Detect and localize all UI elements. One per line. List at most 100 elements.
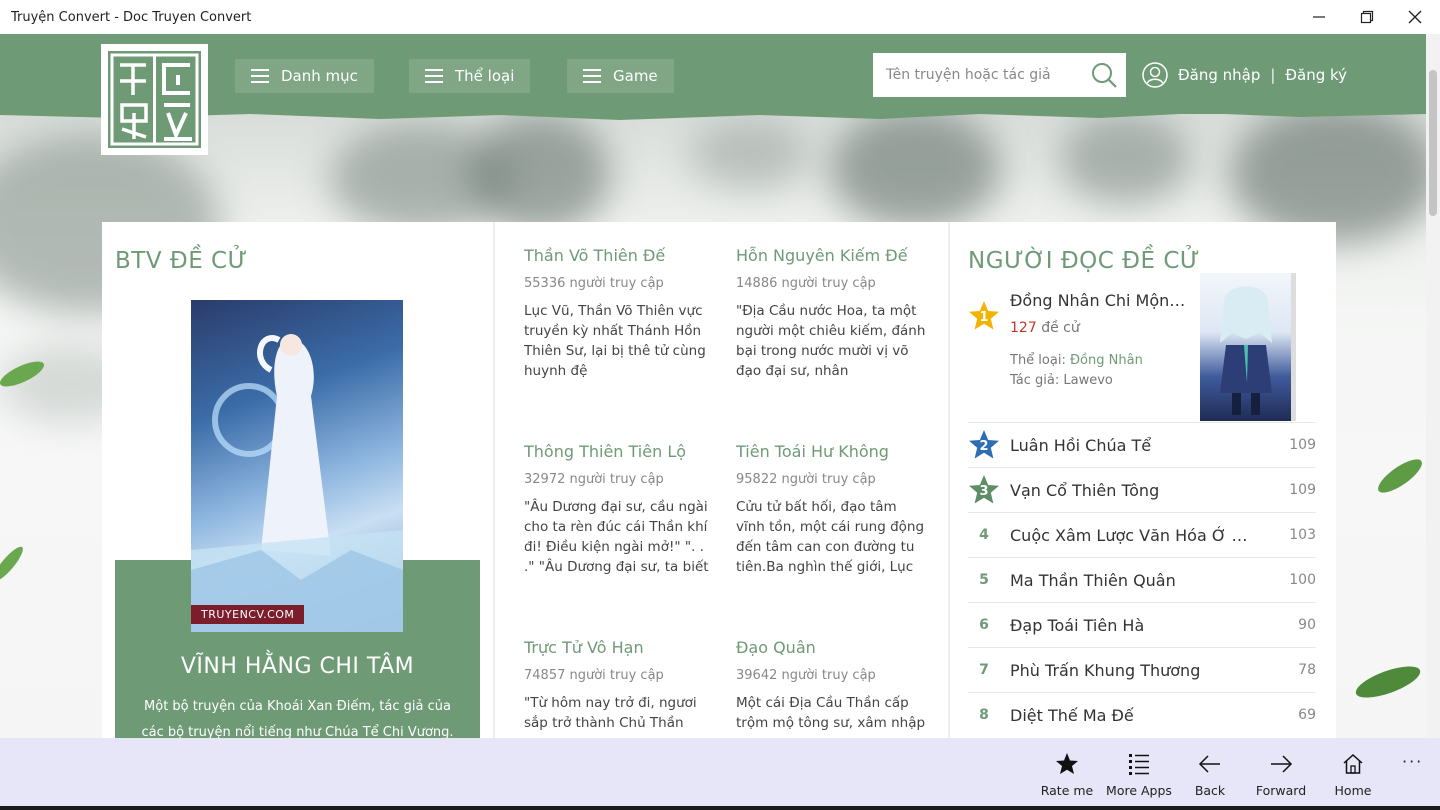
featured-story-name[interactable]: VĨNH HẰNG CHI TÂM bbox=[115, 654, 480, 679]
nav-label: Thể loại bbox=[455, 67, 515, 85]
login-link[interactable]: Đăng nhập bbox=[1178, 66, 1260, 84]
hamburger-icon bbox=[425, 69, 443, 83]
story-name[interactable]: Hỗn Nguyên Kiếm Đế bbox=[736, 246, 926, 265]
register-link[interactable]: Đăng ký bbox=[1285, 66, 1347, 84]
rank-item[interactable]: 5 Ma Thần Thiên Quân 100 bbox=[968, 557, 1316, 602]
star-icon bbox=[1056, 753, 1078, 774]
rank-number: 2 bbox=[979, 438, 989, 454]
appbar-label: Back bbox=[1194, 783, 1226, 798]
rank-item[interactable]: 6 Đạp Toái Tiên Hà 90 bbox=[968, 602, 1316, 647]
story-desc: "Địa Cầu nước Hoa, ta một người một chiê… bbox=[736, 303, 926, 379]
story-name[interactable]: Tiên Toái Hư Không bbox=[736, 442, 926, 461]
rank-name[interactable]: Cuộc Xâm Lược Văn Hóa Ở Thế... bbox=[1010, 526, 1250, 545]
story-name[interactable]: Trực Tử Vô Hạn bbox=[524, 638, 714, 657]
rank-item[interactable]: 4 Cuộc Xâm Lược Văn Hóa Ở Thế... 103 bbox=[968, 512, 1316, 557]
appbar-label: Rate me bbox=[1040, 783, 1094, 798]
genre-link[interactable]: Đồng Nhân bbox=[1070, 353, 1143, 368]
top-rank-cover[interactable] bbox=[1200, 273, 1296, 421]
column-divider bbox=[948, 222, 950, 738]
story-name[interactable]: Thông Thiên Tiên Lộ bbox=[524, 442, 714, 461]
story-name[interactable]: Đạo Quân bbox=[736, 638, 926, 657]
search-icon[interactable] bbox=[1090, 61, 1118, 89]
story-name[interactable]: Thần Võ Thiên Đế bbox=[524, 246, 714, 265]
top-rank-genre: Thể loại: Đồng Nhân bbox=[1010, 353, 1143, 368]
user-menu: Đăng nhập | Đăng ký bbox=[1142, 62, 1347, 88]
story-card[interactable]: Đạo Quân 39642 người truy cập Một cái Đị… bbox=[736, 638, 926, 733]
user-icon[interactable] bbox=[1142, 62, 1168, 88]
nav-genres-button[interactable]: Thể loại bbox=[409, 59, 531, 93]
nav-label: Danh mục bbox=[281, 67, 358, 85]
story-views: 14886 người truy cập bbox=[736, 276, 876, 291]
featured-cover-image[interactable]: TRUYENCV.COM bbox=[191, 300, 403, 632]
story-desc: Lục Vũ, Thần Võ Thiên vực truyền kỳ nhất… bbox=[524, 303, 706, 379]
scrollbar-thumb[interactable] bbox=[1429, 70, 1437, 216]
story-views: 32972 người truy cập bbox=[524, 472, 664, 487]
forward-button[interactable]: Forward bbox=[1246, 738, 1316, 810]
list-icon bbox=[1129, 754, 1149, 775]
rank-item[interactable]: 3 Vạn Cổ Thiên Tông 109 bbox=[968, 467, 1316, 512]
blue-star-icon: 2 bbox=[968, 429, 1000, 461]
back-arrow-icon bbox=[1198, 755, 1220, 773]
hamburger-icon bbox=[583, 69, 601, 83]
featured-story-desc: Một bộ truyện của Khoái Xan Điếm, tác gi… bbox=[141, 699, 454, 738]
rank-item[interactable]: 2 Luân Hồi Chúa Tể 109 bbox=[968, 422, 1316, 467]
rank-name[interactable]: Đạp Toái Tiên Hà bbox=[1010, 616, 1250, 635]
rank-value: 103 bbox=[1289, 527, 1316, 543]
rate-me-button[interactable]: Rate me bbox=[1032, 738, 1102, 810]
vote-label: đề cử bbox=[1041, 320, 1080, 336]
site-logo[interactable] bbox=[101, 44, 208, 155]
rank-item[interactable]: 7 Phù Trấn Khung Thương 78 bbox=[968, 647, 1316, 692]
forward-arrow-icon bbox=[1271, 755, 1293, 773]
cover-illustration bbox=[191, 334, 403, 632]
story-card[interactable]: Thần Võ Thiên Đế 55336 người truy cập Lụ… bbox=[524, 246, 714, 381]
author-label: Tác giả: bbox=[1010, 373, 1060, 388]
appbar-label: More Apps bbox=[1106, 783, 1172, 798]
hamburger-icon bbox=[251, 69, 269, 83]
reader-picks-title: NGƯỜI ĐỌC ĐỀ CỬ bbox=[968, 248, 1201, 274]
rank-value: 78 bbox=[1298, 662, 1316, 678]
story-card[interactable]: Trực Tử Vô Hạn 74857 người truy cập "Từ … bbox=[524, 638, 714, 733]
rank-name[interactable]: Ma Thần Thiên Quân bbox=[1010, 571, 1250, 590]
maximize-icon[interactable] bbox=[1344, 0, 1390, 34]
rank-item[interactable]: 8 Diệt Thế Ma Đế 69 bbox=[968, 692, 1316, 737]
rank-number: 1 bbox=[979, 309, 989, 325]
top-rank-item[interactable]: 1 Đồng Nhân Chi Mộng T... 127 đề cử Thể … bbox=[968, 273, 1316, 422]
back-button[interactable]: Back bbox=[1175, 738, 1245, 810]
leaf-icon bbox=[1355, 666, 1421, 698]
story-card[interactable]: Hỗn Nguyên Kiếm Đế 14886 người truy cập … bbox=[736, 246, 926, 381]
rank-name[interactable]: Vạn Cổ Thiên Tông bbox=[1010, 481, 1250, 500]
search-box bbox=[873, 53, 1126, 97]
web-viewport[interactable]: Danh mục Thể loại Game Đăng nhập | Đăng … bbox=[0, 34, 1426, 738]
rank-value: 109 bbox=[1289, 482, 1316, 498]
window-title: Truyện Convert - Doc Truyen Convert bbox=[11, 9, 252, 25]
editor-picks-title: BTV ĐỀ CỬ bbox=[115, 248, 248, 274]
story-views: 74857 người truy cập bbox=[524, 668, 664, 683]
main-content: BTV ĐỀ CỬ TRUYENCV.COM VĨNH HẰNG CHI TÂM… bbox=[102, 222, 1336, 738]
rank-value: 109 bbox=[1289, 437, 1316, 453]
rank-value: 90 bbox=[1298, 617, 1316, 633]
rank-name[interactable]: Diệt Thế Ma Đế bbox=[1010, 706, 1250, 725]
bottom-edge bbox=[0, 806, 1440, 810]
home-button[interactable]: Home bbox=[1318, 738, 1388, 810]
author-name: Lawevo bbox=[1063, 373, 1113, 388]
close-icon[interactable] bbox=[1392, 0, 1438, 34]
story-card[interactable]: Thông Thiên Tiên Lộ 32972 người truy cập… bbox=[524, 442, 714, 577]
leaf-icon bbox=[1378, 459, 1422, 493]
gold-star-icon: 1 bbox=[968, 300, 1000, 332]
search-input[interactable] bbox=[873, 67, 1073, 83]
rank-value: 100 bbox=[1289, 572, 1316, 588]
rank-name[interactable]: Phù Trấn Khung Thương bbox=[1010, 661, 1250, 680]
genre-label: Thể loại: bbox=[1010, 353, 1066, 368]
top-rank-name[interactable]: Đồng Nhân Chi Mộng T... bbox=[1010, 291, 1190, 310]
more-apps-button[interactable]: More Apps bbox=[1104, 738, 1174, 810]
more-options-button[interactable]: ··· bbox=[1402, 752, 1423, 771]
story-card[interactable]: Tiên Toái Hư Không 95822 người truy cập … bbox=[736, 442, 926, 577]
nav-categories-button[interactable]: Danh mục bbox=[235, 59, 374, 93]
rank-name[interactable]: Luân Hồi Chúa Tể bbox=[1010, 436, 1250, 455]
minimize-icon[interactable] bbox=[1296, 0, 1342, 34]
nav-label: Game bbox=[613, 67, 658, 85]
editor-picks-column: BTV ĐỀ CỬ TRUYENCV.COM VĨNH HẰNG CHI TÂM… bbox=[102, 222, 493, 738]
nav-game-button[interactable]: Game bbox=[567, 59, 674, 93]
rank-number: 7 bbox=[979, 662, 989, 678]
vertical-scrollbar[interactable] bbox=[1426, 34, 1440, 738]
